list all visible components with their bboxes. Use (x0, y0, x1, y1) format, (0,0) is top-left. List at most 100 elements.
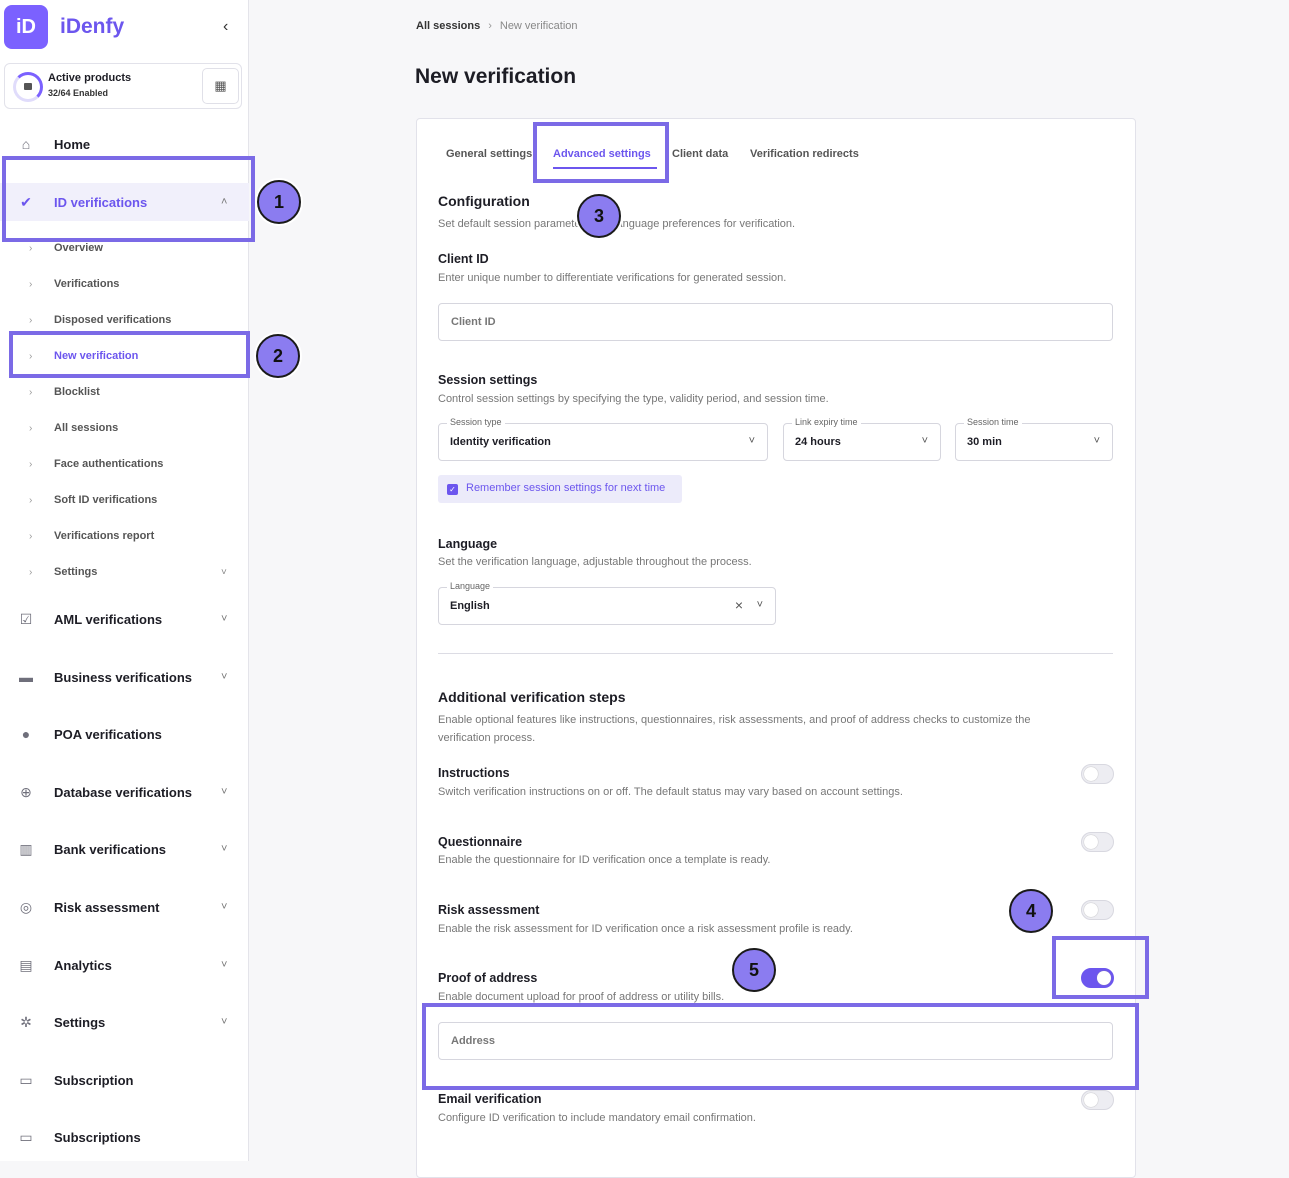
chevron-right-icon: › (29, 242, 33, 254)
sidebar-item-label: AML verifications (54, 611, 163, 627)
tab-verification-redirects[interactable]: Verification redirects (750, 148, 859, 160)
language-subtitle: Set the verification language, adjustabl… (438, 556, 752, 568)
sidebar-subitem-disposed-verifications[interactable]: › Disposed verifications (0, 305, 249, 335)
sidebar-item-id-verifications[interactable]: ✔ ID verifications ˄ (0, 183, 249, 221)
briefcase-icon: ▬ (19, 669, 33, 685)
chevron-down-icon: ˅ (756, 599, 763, 611)
sidebar-subitem-label: Overview (54, 242, 103, 254)
sidebar-item-label: Home (54, 136, 91, 152)
link-expiry-label: Link expiry time (792, 417, 861, 427)
chevron-down-icon: ˅ (221, 671, 228, 683)
target-icon: ◎ (19, 898, 33, 915)
page-title: New verification (415, 65, 577, 88)
tab-client-data[interactable]: Client data (672, 148, 728, 160)
sidebar-item-label: Subscriptions (54, 1129, 141, 1145)
sidebar-item-poa-verifications[interactable]: ● POA verifications (0, 716, 249, 752)
sidebar-item-label: POA verifications (54, 726, 162, 742)
sidebar-subitem-verifications[interactable]: › Verifications (0, 269, 249, 299)
sidebar-subitem-label: New verification (54, 350, 139, 362)
questionnaire-toggle[interactable] (1081, 832, 1114, 852)
breadcrumb-separator: › (488, 20, 492, 32)
configuration-title: Configuration (438, 193, 530, 209)
sidebar-subitem-all-sessions[interactable]: › All sessions (0, 413, 249, 443)
sidebar-item-subscription[interactable]: ▭ Subscription (0, 1062, 249, 1098)
proof-of-address-toggle[interactable] (1081, 968, 1114, 988)
sidebar-item-analytics[interactable]: ▤ Analytics ˅ (0, 947, 249, 983)
clear-icon[interactable]: × (735, 597, 743, 613)
toggle-knob (1084, 767, 1098, 781)
sidebar-item-label: Analytics (54, 957, 112, 973)
chevron-right-icon: › (29, 386, 33, 398)
language-field-label: Language (447, 581, 494, 591)
session-settings-title: Session settings (438, 373, 538, 387)
sidebar-subitem-soft-id-verifications[interactable]: › Soft ID verifications (0, 485, 249, 515)
chevron-down-icon: ˅ (221, 1016, 228, 1028)
proof-of-address-title: Proof of address (438, 971, 538, 985)
client-id-input[interactable]: Client ID (438, 303, 1113, 341)
sidebar-subitem-label: Disposed verifications (54, 314, 172, 326)
session-type-label: Session type (447, 417, 505, 427)
active-products-card[interactable]: Active products 32/64 Enabled ▦ (4, 63, 242, 109)
session-time-select[interactable]: Session time 30 min ˅ (955, 417, 1113, 461)
chevron-down-icon: ˅ (221, 901, 228, 913)
chevron-left-icon[interactable]: ‹ (223, 18, 228, 36)
sidebar-item-label: Risk assessment (54, 899, 160, 915)
sidebar-subitem-label: Settings (54, 566, 98, 578)
gear-icon: ✲ (20, 1013, 32, 1030)
sidebar-item-aml-verifications[interactable]: ☑ AML verifications ˅ (0, 601, 249, 637)
toggle-knob (1084, 903, 1098, 917)
session-type-value: Identity verification (450, 436, 551, 448)
email-verification-toggle[interactable] (1081, 1090, 1114, 1110)
sidebar-subitem-label: Verifications report (54, 530, 155, 542)
sidebar-subitem-settings[interactable]: › Settings ˅ (0, 557, 249, 587)
chevron-down-icon: ˅ (221, 613, 228, 625)
apps-grid-icon[interactable]: ▦ (202, 68, 239, 104)
toggle-knob (1084, 1093, 1098, 1107)
remember-session-checkbox[interactable]: ✓ Remember session settings for next tim… (438, 475, 682, 503)
step-marker-5: 5 (732, 948, 776, 992)
risk-assessment-toggle[interactable] (1081, 900, 1114, 920)
link-expiry-value: 24 hours (795, 436, 841, 448)
instructions-desc: Switch verification instructions on or o… (438, 786, 903, 798)
address-input[interactable]: Address (438, 1022, 1113, 1060)
sidebar-subitem-new-verification[interactable]: › New verification (0, 341, 249, 371)
instructions-title: Instructions (438, 766, 510, 780)
breadcrumb-all-sessions[interactable]: All sessions (416, 20, 480, 32)
tab-advanced-settings[interactable]: Advanced settings (553, 148, 651, 160)
globe-icon: ⊕ (20, 783, 32, 800)
link-expiry-select[interactable]: Link expiry time 24 hours ˅ (783, 417, 941, 461)
monitor-icon: ▭ (19, 1128, 33, 1145)
sidebar-item-database-verifications[interactable]: ⊕ Database verifications ˅ (0, 774, 249, 810)
language-select[interactable]: Language English × ˅ (438, 581, 776, 625)
logo-badge: iD (4, 5, 48, 49)
sidebar-item-bank-verifications[interactable]: ▥ Bank verifications ˅ (0, 831, 249, 867)
logo[interactable]: iD iDenfy ‹ (4, 5, 244, 49)
sidebar-item-label: Subscription (54, 1072, 134, 1088)
proof-of-address-desc: Enable document upload for proof of addr… (438, 991, 725, 1003)
tab-general-settings[interactable]: General settings (446, 148, 532, 160)
sidebar-subitem-blocklist[interactable]: › Blocklist (0, 377, 249, 407)
sidebar-item-settings[interactable]: ✲ Settings ˅ (0, 1004, 249, 1040)
sidebar-item-business-verifications[interactable]: ▬ Business verifications ˅ (0, 659, 249, 695)
sidebar-item-risk-assessment[interactable]: ◎ Risk assessment ˅ (0, 889, 249, 925)
questionnaire-desc: Enable the questionnaire for ID verifica… (438, 854, 771, 866)
instructions-toggle[interactable] (1081, 764, 1114, 784)
additional-steps-title: Additional verification steps (438, 689, 626, 705)
sidebar-item-label: ID verifications (54, 194, 148, 210)
sidebar-subitem-face-authentications[interactable]: › Face authentications (0, 449, 249, 479)
sidebar-subitem-overview[interactable]: › Overview (0, 233, 249, 263)
sidebar-subitem-label: Blocklist (54, 386, 100, 398)
step-marker-2: 2 (256, 334, 300, 378)
checkmark-icon: ✓ (447, 484, 458, 495)
breadcrumb: All sessions › New verification (416, 20, 578, 32)
sidebar-item-label: Database verifications (54, 784, 193, 800)
sidebar-item-subscriptions[interactable]: ▭ Subscriptions (0, 1119, 249, 1155)
email-verification-desc: Configure ID verification to include man… (438, 1112, 756, 1124)
sidebar-subitem-label: Soft ID verifications (54, 494, 158, 506)
sidebar-subitem-verifications-report[interactable]: › Verifications report (0, 521, 249, 551)
sidebar-item-home[interactable]: ⌂ Home (0, 126, 249, 162)
verification-form-card: General settings Advanced settings Clien… (416, 118, 1136, 1178)
chevron-right-icon: › (29, 314, 33, 326)
client-id-title: Client ID (438, 252, 489, 266)
session-type-select[interactable]: Session type Identity verification ˅ (438, 417, 768, 461)
